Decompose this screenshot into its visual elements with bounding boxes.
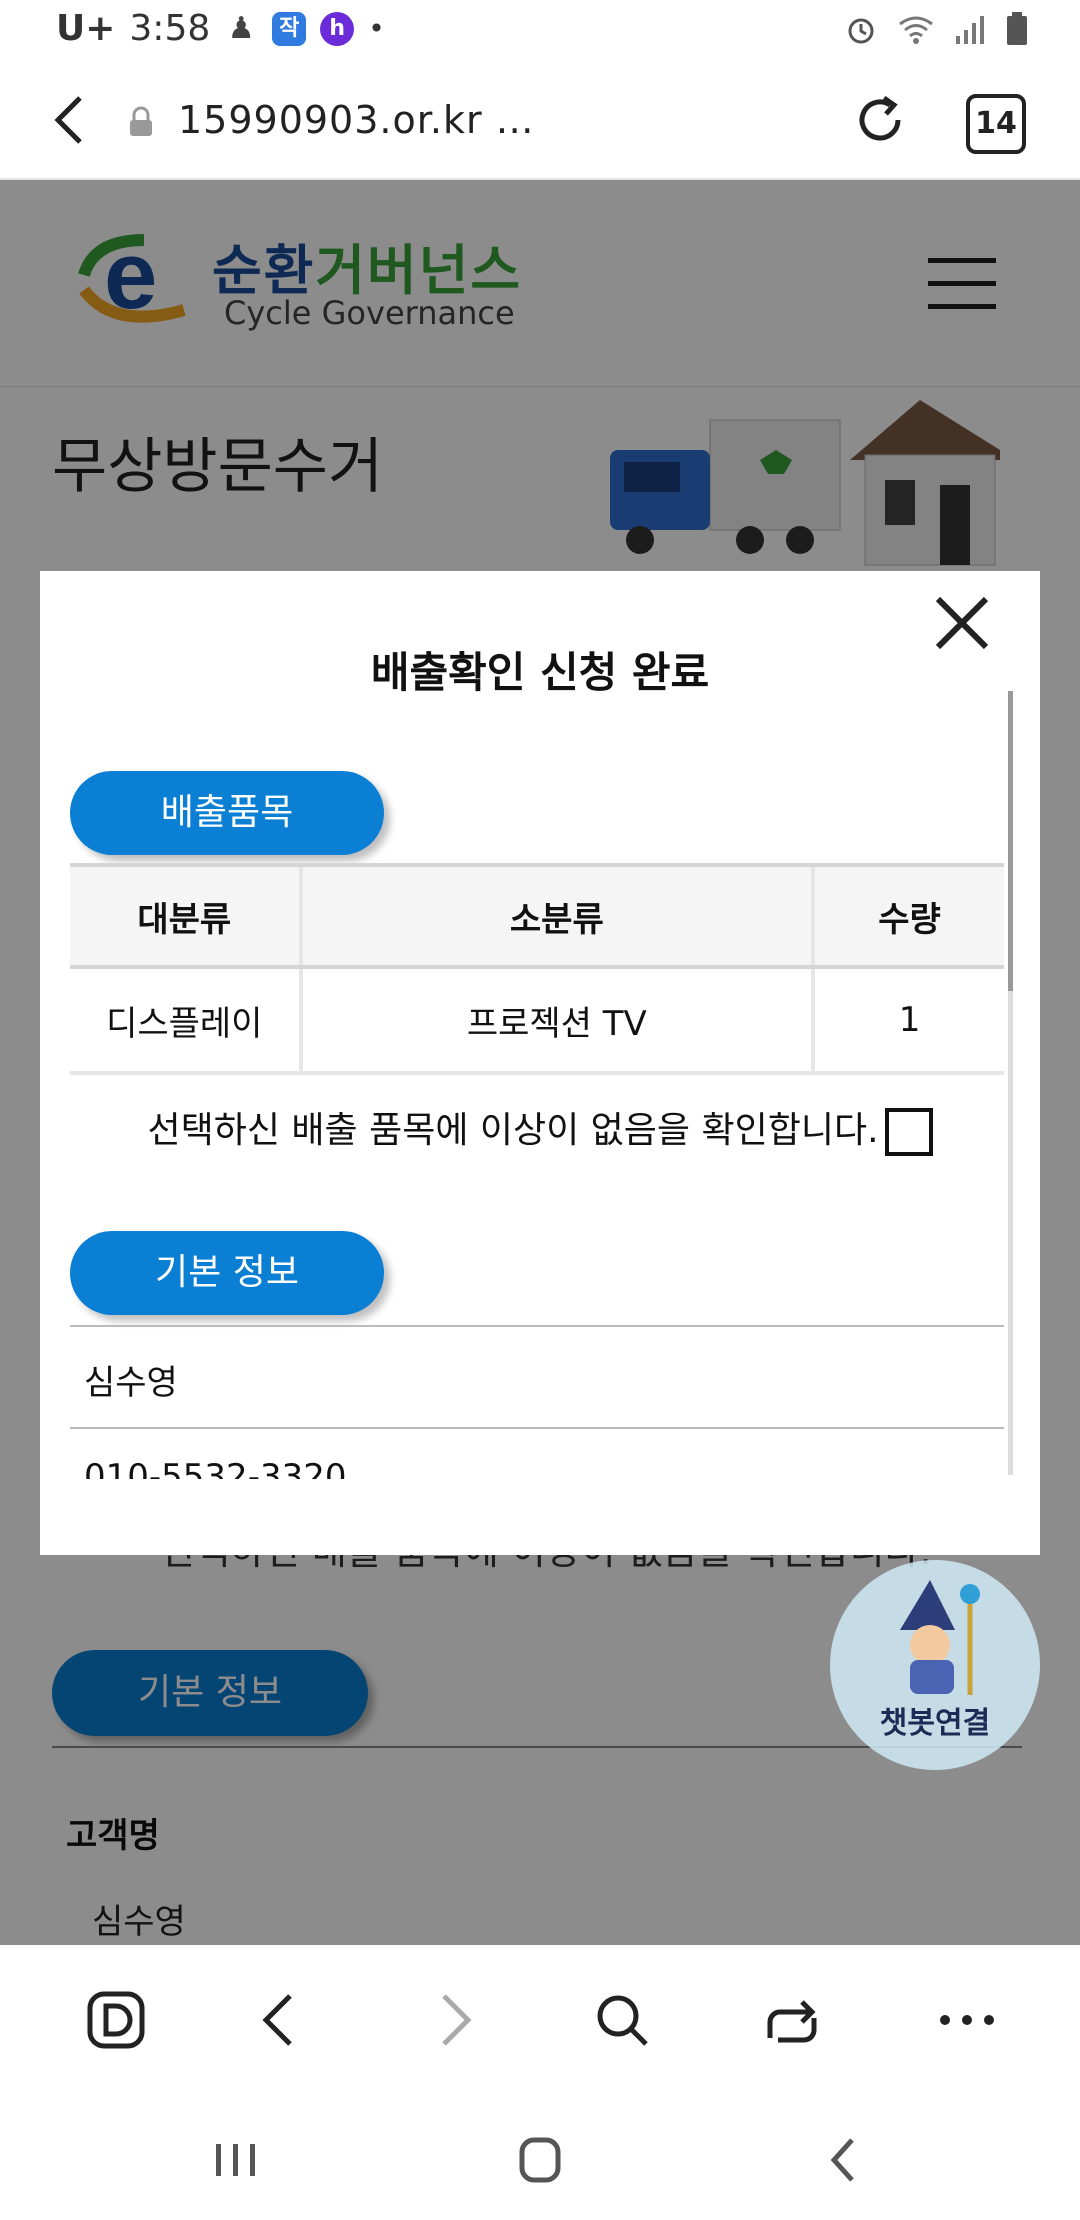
cell-quantity: 1 xyxy=(811,967,1004,1075)
clock: 3:58 xyxy=(129,8,211,49)
completion-modal: 배출확인 신청 완료 배출품목 대분류 소분류 수량 디스플레이 프로젝션 TV… xyxy=(40,571,1040,1555)
notification-person-icon: ♟ xyxy=(227,10,255,46)
search-icon[interactable] xyxy=(590,1988,654,2052)
items-section-label: 배출품목 xyxy=(70,771,384,855)
recent-apps-icon[interactable] xyxy=(206,2134,266,2186)
wizard-mascot-icon xyxy=(900,1580,980,1695)
battery-icon xyxy=(1007,12,1027,45)
signal-icon xyxy=(956,16,984,44)
refresh-icon[interactable] xyxy=(850,90,910,150)
more-icon[interactable] xyxy=(935,1988,999,2052)
system-back-icon[interactable] xyxy=(816,2134,876,2186)
confirm-text: 선택하신 배출 품목에 이상이 없음을 확인합니다. xyxy=(147,1110,879,1151)
url-text[interactable]: 15990903.or.kr … xyxy=(178,98,535,142)
cell-subcategory: 프로젝션 TV xyxy=(298,967,814,1075)
lock-icon xyxy=(130,106,152,136)
alarm-icon xyxy=(848,18,874,44)
cell-category: 디스플레이 xyxy=(70,967,301,1075)
back-icon[interactable] xyxy=(250,1988,314,2052)
d-app-icon[interactable] xyxy=(84,1988,148,2052)
page-content: e 순환거버넌스 Cycle Governance 무상방문수거 선택하신 배출… xyxy=(0,180,1080,1945)
chatbot-label: 챗봇연결 xyxy=(879,1706,991,1741)
customer-name-value: 심수영 xyxy=(84,1363,178,1403)
browser-url-bar: 15990903.or.kr … 14 xyxy=(0,62,1080,180)
status-right xyxy=(844,12,1028,46)
app-badge-h-icon: h xyxy=(320,11,355,46)
more-notifications-dot: • xyxy=(368,12,385,45)
browser-toolbar xyxy=(0,1946,1080,2096)
app-badge-icon: 작 xyxy=(272,11,307,46)
modal-scrollbar-thumb[interactable] xyxy=(1008,691,1013,991)
confirm-row: 선택하신 배출 품목에 이상이 없음을 확인합니다. xyxy=(40,1101,1040,1161)
confirm-checkbox[interactable] xyxy=(884,1108,933,1156)
chatbot-button[interactable]: 챗봇연결 xyxy=(830,1560,1040,1770)
status-left: U+ 3:58 ♟ 작 h • xyxy=(56,8,385,49)
system-nav-bar xyxy=(0,2096,1080,2220)
tab-count-button[interactable]: 14 xyxy=(966,94,1026,154)
customer-phone-value: 010-5532-3320 xyxy=(84,1457,347,1479)
wifi-icon xyxy=(899,16,933,44)
status-bar: U+ 3:58 ♟ 작 h • xyxy=(0,0,1080,62)
modal-title: 배출확인 신청 완료 xyxy=(370,648,710,697)
table-header-subcategory: 소분류 xyxy=(298,863,814,969)
share-icon[interactable] xyxy=(760,1988,824,2052)
basic-info-section-label: 기본 정보 xyxy=(70,1231,384,1315)
table-header-category: 대분류 xyxy=(70,863,301,969)
info-divider xyxy=(70,1325,1004,1327)
table-header-quantity: 수량 xyxy=(811,863,1004,969)
items-table: 대분류 소분류 수량 디스플레이 프로젝션 TV 1 xyxy=(70,863,1004,1075)
back-arrow-icon[interactable] xyxy=(46,92,94,148)
carrier-label: U+ xyxy=(56,8,116,49)
table-header-row: 대분류 소분류 수량 xyxy=(70,863,1004,969)
forward-icon[interactable] xyxy=(420,1988,484,2052)
home-icon[interactable] xyxy=(510,2134,570,2186)
table-row: 디스플레이 프로젝션 TV 1 xyxy=(70,967,1004,1075)
info-divider xyxy=(70,1427,1004,1429)
